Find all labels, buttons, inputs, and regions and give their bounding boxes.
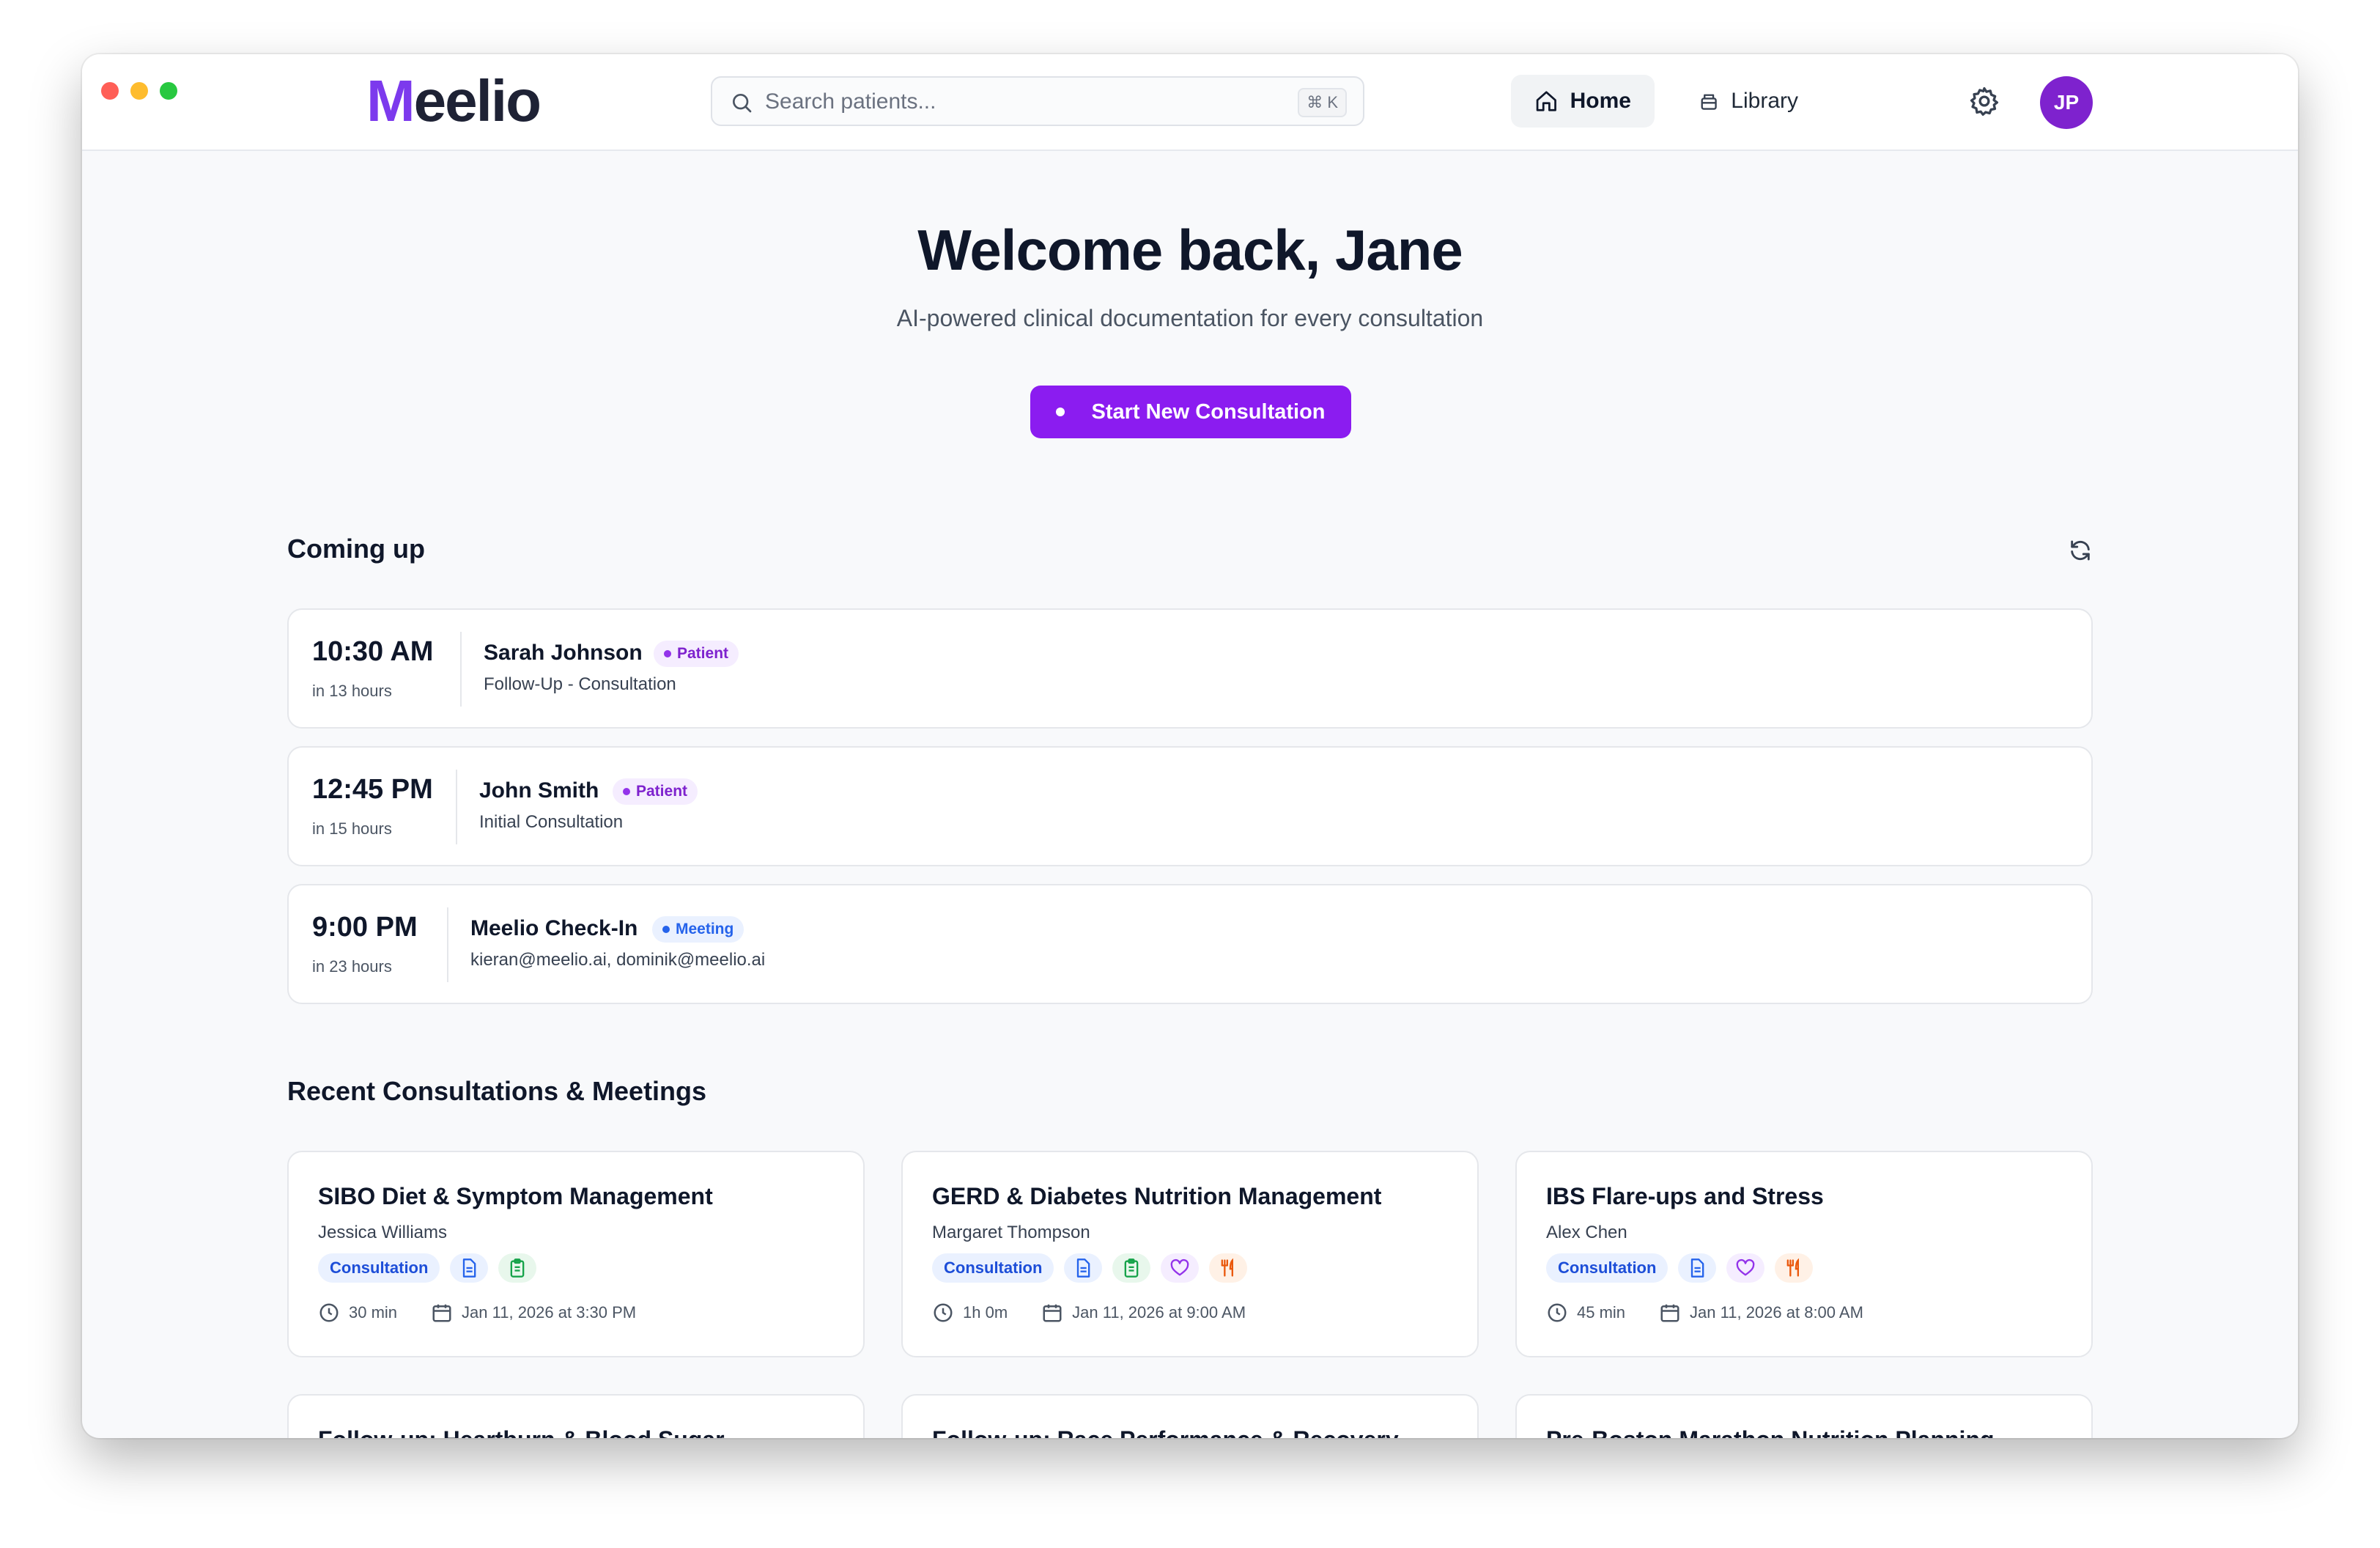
document-icon <box>1064 1253 1103 1283</box>
appointment-divider <box>460 632 462 707</box>
appointment-time: 12:45 PM <box>312 774 433 805</box>
recent-consultations-heading: Recent Consultations & Meetings <box>287 1076 707 1106</box>
user-avatar[interactable]: JP <box>2040 76 2093 129</box>
patient-tag: Patient <box>613 778 698 805</box>
heart-icon <box>1161 1253 1200 1283</box>
consultation-card[interactable]: Pre-Boston Marathon Nutrition Planning <box>1515 1394 2093 1438</box>
appointment-name: John Smith <box>479 778 599 803</box>
consultation-tags: Consultation <box>932 1253 1248 1283</box>
brand-logo[interactable]: Meelio <box>366 68 542 133</box>
utensils-icon <box>1209 1253 1248 1283</box>
appointment-relative-time: in 15 hours <box>312 819 392 838</box>
page-title: Welcome back, Jane <box>917 218 1463 282</box>
calendar-icon <box>1043 1304 1062 1322</box>
clipboard-icon <box>498 1253 537 1283</box>
top-bar: Meelio ⌘ K Home Library JP <box>82 54 2298 151</box>
page-subtitle: AI-powered clinical documentation for ev… <box>896 305 1484 331</box>
app-window: Meelio ⌘ K Home Library JP Welcome back,… <box>82 54 2298 1438</box>
consultation-title: GERD & Diabetes Nutrition Management <box>932 1183 1382 1209</box>
consultation-tags: Consultation <box>1546 1253 1814 1283</box>
consultation-duration: 45 min <box>1577 1303 1626 1322</box>
record-dot-icon <box>1056 408 1065 416</box>
consultation-meta: 45 min Jan 11, 2026 at 8:00 AM <box>1546 1302 1863 1324</box>
settings-gear-icon[interactable] <box>1968 85 2000 117</box>
appointment-time: 9:00 PM <box>312 912 418 943</box>
brand-logo-mark: M <box>366 68 415 133</box>
start-new-consultation-label: Start New Consultation <box>1091 399 1326 424</box>
calendar-icon <box>1660 1304 1679 1322</box>
maximize-window-button[interactable] <box>160 82 177 100</box>
consultation-type-chip: Consultation <box>318 1253 440 1283</box>
appointment-divider <box>456 770 457 844</box>
upcoming-appointment[interactable]: 9:00 PM in 23 hours Meelio Check-In Meet… <box>287 884 2093 1004</box>
consultation-duration: 30 min <box>349 1303 398 1322</box>
consultation-card[interactable]: SIBO Diet & Symptom Management Jessica W… <box>287 1151 865 1357</box>
nav-home[interactable]: Home <box>1511 75 1655 128</box>
brand-logo-text: eelio <box>413 68 542 133</box>
meeting-tag: Meeting <box>652 916 744 943</box>
coming-up-heading: Coming up <box>287 534 425 564</box>
consultation-meta: 1h 0m Jan 11, 2026 at 9:00 AM <box>932 1302 1246 1324</box>
search-input[interactable] <box>764 86 1265 117</box>
nav-library-label: Library <box>1731 89 1798 113</box>
consultation-date: Jan 11, 2026 at 8:00 AM <box>1690 1303 1863 1322</box>
minimize-window-button[interactable] <box>130 82 148 100</box>
appointment-name: Meelio Check-In <box>470 916 638 940</box>
heart-icon <box>1726 1253 1765 1283</box>
appointment-divider <box>447 907 448 982</box>
consultation-date: Jan 11, 2026 at 3:30 PM <box>462 1303 637 1322</box>
consultation-card[interactable]: GERD & Diabetes Nutrition Management Mar… <box>901 1151 1479 1357</box>
appointment-relative-time: in 13 hours <box>312 682 392 700</box>
consultation-card[interactable]: IBS Flare-ups and Stress Alex Chen Consu… <box>1515 1151 2093 1357</box>
utensils-icon <box>1775 1253 1814 1283</box>
appointment-detail: Initial Consultation <box>479 812 624 832</box>
consultation-card[interactable]: Follow-up: Race Performance & Recovery <box>901 1394 1479 1438</box>
library-icon <box>1701 94 1717 110</box>
clock-icon <box>934 1303 953 1322</box>
consultation-title: Follow-up: Race Performance & Recovery <box>932 1426 1399 1438</box>
consultation-card[interactable]: Follow-up: Heartburn & Blood Sugar <box>287 1394 865 1438</box>
document-icon <box>1678 1253 1717 1283</box>
consultation-title: Pre-Boston Marathon Nutrition Planning <box>1546 1426 1995 1438</box>
appointment-detail: kieran@meelio.ai, dominik@meelio.ai <box>470 950 766 970</box>
clock-icon <box>319 1303 339 1322</box>
consultation-duration: 1h 0m <box>963 1303 1008 1322</box>
clipboard-icon <box>1112 1253 1151 1283</box>
consultation-title: IBS Flare-ups and Stress <box>1546 1183 1824 1209</box>
home-icon <box>1536 91 1556 111</box>
nav-library[interactable]: Library <box>1675 75 1822 128</box>
consultation-type-chip: Consultation <box>1546 1253 1668 1283</box>
refresh-icon[interactable] <box>2068 538 2093 563</box>
appointment-name: Sarah Johnson <box>484 641 643 665</box>
consultation-type-chip: Consultation <box>932 1253 1054 1283</box>
search-bar[interactable]: ⌘ K <box>711 76 1364 126</box>
consultation-title: SIBO Diet & Symptom Management <box>318 1183 713 1209</box>
consultation-patient: Jessica Williams <box>318 1223 448 1242</box>
appointment-time: 10:30 AM <box>312 636 434 667</box>
calendar-icon <box>432 1304 451 1322</box>
clock-icon <box>1548 1303 1567 1322</box>
close-window-button[interactable] <box>101 82 119 100</box>
consultation-patient: Alex Chen <box>1546 1223 1627 1242</box>
consultation-tags: Consultation <box>318 1253 537 1283</box>
consultation-patient: Margaret Thompson <box>932 1223 1090 1242</box>
upcoming-appointment[interactable]: 10:30 AM in 13 hours Sarah Johnson Patie… <box>287 608 2093 729</box>
document-icon <box>450 1253 489 1283</box>
search-shortcut-hint: ⌘ K <box>1298 88 1347 117</box>
upcoming-appointment[interactable]: 12:45 PM in 15 hours John Smith Patient … <box>287 746 2093 866</box>
nav-home-label: Home <box>1570 89 1631 113</box>
consultation-date: Jan 11, 2026 at 9:00 AM <box>1072 1303 1246 1322</box>
patient-tag: Patient <box>654 641 739 667</box>
appointment-detail: Follow-Up - Consultation <box>484 674 676 694</box>
consultation-title: Follow-up: Heartburn & Blood Sugar <box>318 1426 725 1438</box>
appointment-relative-time: in 23 hours <box>312 957 392 976</box>
search-icon <box>733 93 752 113</box>
start-new-consultation-button[interactable]: Start New Consultation <box>1030 386 1351 438</box>
consultation-meta: 30 min Jan 11, 2026 at 3:30 PM <box>318 1302 636 1324</box>
